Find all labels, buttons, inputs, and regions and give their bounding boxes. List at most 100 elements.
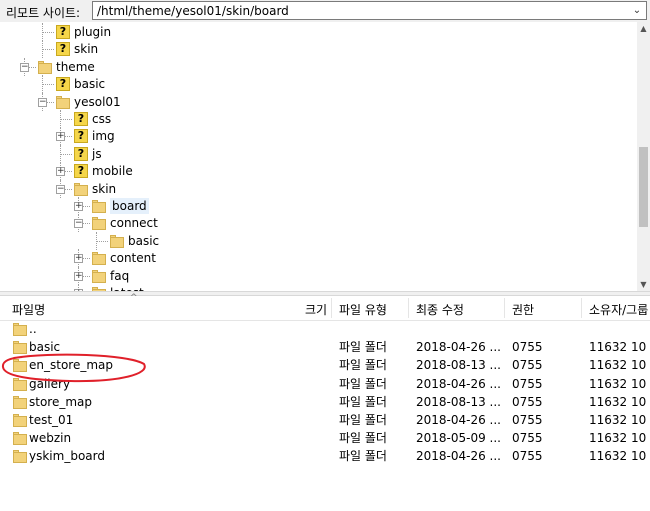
tree-node[interactable]: − yesol01 <box>0 92 637 111</box>
file-perm: 0755 <box>512 358 543 373</box>
column-header-permissions[interactable]: 권한 <box>512 301 534 318</box>
file-owner: 11632 10 <box>589 394 647 409</box>
column-divider[interactable] <box>331 298 332 318</box>
tree-node-label[interactable]: theme <box>56 59 95 75</box>
file-row[interactable]: store_map 파일 폴더 2018-08-13 ... 0755 11632 10 <box>0 393 650 411</box>
tree-node[interactable]: + board <box>0 197 637 215</box>
tree-node[interactable]: + content <box>0 249 637 268</box>
remote-site-label: 리모트 사이트: <box>6 6 81 20</box>
tree-node-label[interactable]: connect <box>110 215 158 231</box>
tree-node-label[interactable]: css <box>92 111 111 127</box>
tree-guide <box>60 119 72 120</box>
tree-node[interactable]: +? mobile <box>0 162 637 181</box>
remote-path-value[interactable]: /html/theme/yesol01/skin/board <box>97 4 289 18</box>
tree-node-label[interactable]: content <box>110 250 156 266</box>
tree-node[interactable]: ? plugin <box>0 23 637 41</box>
column-header-name[interactable]: 파일명 <box>12 301 45 318</box>
file-perm: 0755 <box>512 449 543 464</box>
tree-node[interactable]: ? basic <box>0 75 637 94</box>
expand-icon[interactable]: + <box>74 202 83 211</box>
tree-node[interactable]: +latest <box>0 284 637 291</box>
question-folder-icon: ? <box>74 112 88 126</box>
collapse-icon[interactable]: − <box>38 97 47 107</box>
file-name[interactable]: store_map <box>29 394 92 410</box>
folder-icon <box>38 60 52 74</box>
file-row[interactable]: yskim_board 파일 폴더 2018-04-26 ... 0755 11632 … <box>0 447 650 465</box>
tree-node[interactable]: − connect <box>0 214 637 233</box>
expand-icon[interactable]: + <box>74 271 83 281</box>
column-divider[interactable] <box>504 298 505 318</box>
file-type: 파일 폴더 <box>339 394 387 409</box>
tree-guide <box>42 75 43 94</box>
file-owner: 11632 10 <box>589 413 647 427</box>
question-folder-icon: ? <box>56 77 70 92</box>
folder-icon <box>92 199 106 213</box>
tree-node-label[interactable]: basic <box>128 233 159 249</box>
tree-node-label[interactable]: faq <box>110 268 129 284</box>
file-row[interactable]: test_01 파일 폴더 2018-04-26 ... 0755 11632 10 <box>0 411 650 429</box>
file-name[interactable]: webzin <box>29 430 71 446</box>
red-circle-annotation <box>1 353 146 383</box>
question-folder-icon: ? <box>74 164 88 179</box>
remote-site-bar: 리모트 사이트: /html/theme/yesol01/skin/board … <box>0 0 650 23</box>
tree-node-label[interactable]: js <box>92 146 102 162</box>
file-perm: 0755 <box>512 394 543 409</box>
file-owner: 11632 10 <box>589 449 647 464</box>
expand-icon[interactable]: + <box>56 167 65 177</box>
scroll-up-icon[interactable]: ▲ <box>637 22 650 35</box>
tree-guide <box>60 110 61 128</box>
folder-icon <box>92 251 106 266</box>
tree-node-label[interactable]: plugin <box>74 24 111 40</box>
collapse-icon[interactable]: − <box>56 184 65 194</box>
expand-icon[interactable]: + <box>74 254 83 264</box>
tree-node-label[interactable]: board <box>110 198 149 214</box>
scrollbar-thumb[interactable] <box>639 147 648 227</box>
file-modified: 2018-04-26 ... <box>416 449 501 464</box>
tree-node-label[interactable]: yesol01 <box>74 94 121 110</box>
tree-scrollbar[interactable]: ▲ ▼ <box>637 22 650 291</box>
tree-node[interactable]: basic <box>0 231 637 250</box>
scroll-down-icon[interactable]: ▼ <box>637 278 650 291</box>
column-header-size[interactable]: 크기 <box>305 301 327 318</box>
tree-node-label[interactable]: skin <box>74 41 98 57</box>
tree-node[interactable]: ? skin <box>0 40 637 59</box>
expand-icon[interactable]: + <box>56 132 65 142</box>
column-header-type[interactable]: 파일 유형 <box>339 301 387 318</box>
tree-node[interactable]: + faq <box>0 266 637 285</box>
file-modified: 2018-04-26 ... <box>416 340 501 355</box>
file-modified: 2018-08-13 ... <box>416 394 501 409</box>
file-list-header: ^ 파일명 크기 파일 유형 최종 수정 권한 소유자/그룹 <box>0 293 650 321</box>
tree-node[interactable]: ? css <box>0 110 637 128</box>
folder-icon <box>92 269 106 283</box>
file-modified: 2018-04-26 ... <box>416 376 501 391</box>
question-folder-icon: ? <box>74 146 88 161</box>
file-name[interactable]: test_01 <box>29 412 73 428</box>
tree-node[interactable]: − skin <box>0 179 637 198</box>
column-header-modified[interactable]: 최종 수정 <box>416 301 464 318</box>
file-type: 파일 폴더 <box>339 431 387 446</box>
tree-node[interactable]: − theme <box>0 57 637 76</box>
file-row[interactable]: webzin 파일 폴더 2018-05-09 ... 0755 11632 10 <box>0 429 650 447</box>
tree-node-label[interactable]: mobile <box>92 163 133 179</box>
collapse-icon[interactable]: − <box>74 219 83 229</box>
collapse-icon[interactable]: − <box>20 62 29 72</box>
tree-guide <box>42 84 54 86</box>
chevron-down-icon[interactable]: ⌄ <box>630 3 644 18</box>
file-row[interactable]: .. <box>0 320 650 338</box>
tree-guide <box>96 231 97 250</box>
column-divider[interactable] <box>581 298 582 318</box>
question-folder-icon: ? <box>56 25 70 39</box>
file-name[interactable]: .. <box>29 321 37 337</box>
tree-node-label[interactable]: basic <box>74 76 105 92</box>
column-divider[interactable] <box>408 298 409 318</box>
tree-node[interactable]: ? js <box>0 144 637 163</box>
remote-directory-tree: ? plugin? skin − theme? basic − yesol01? css +? im… <box>0 22 637 291</box>
file-type: 파일 폴더 <box>339 413 387 427</box>
remote-path-input[interactable]: /html/theme/yesol01/skin/board ⌄ <box>92 1 647 20</box>
tree-node-label[interactable]: img <box>92 128 115 144</box>
column-header-owner[interactable]: 소유자/그룹 <box>589 301 648 318</box>
tree-node-label[interactable]: skin <box>92 181 116 197</box>
tree-node[interactable]: +? img <box>0 127 637 146</box>
file-name[interactable]: yskim_board <box>29 448 105 464</box>
file-perm: 0755 <box>512 431 543 446</box>
